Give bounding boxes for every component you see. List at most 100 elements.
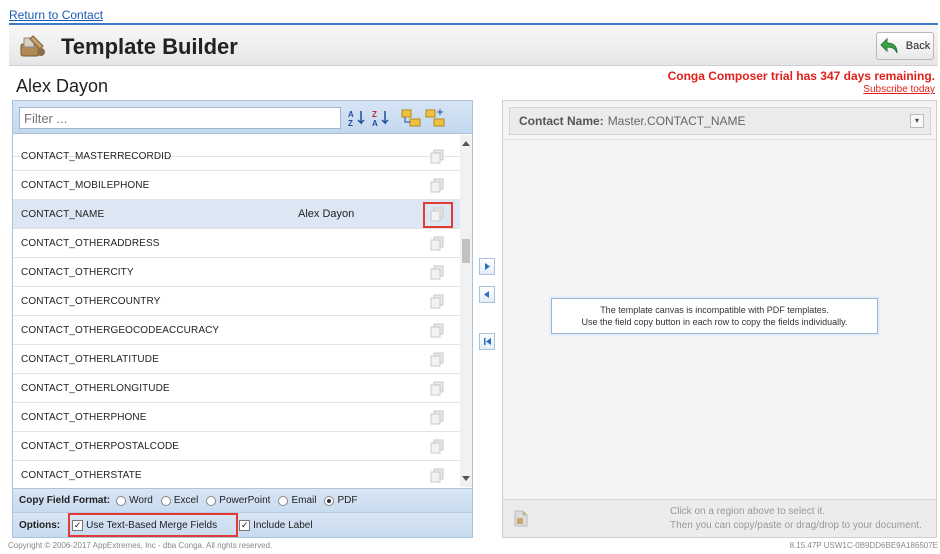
copy-field-icon[interactable] [430, 352, 444, 367]
svg-text:A: A [348, 110, 354, 119]
field-name: CONTACT_OTHERCITY [21, 266, 134, 278]
include-label-label: Include Label [253, 519, 313, 531]
field-panel: A Z Z A [12, 100, 473, 538]
arrow-first-icon [483, 338, 491, 345]
copy-field-icon[interactable] [430, 236, 444, 251]
field-name: CONTACT_OTHERPOSTALCODE [21, 440, 180, 452]
hint-line-1: Click on a region above to select it. [670, 506, 826, 517]
field-row[interactable]: CONTACT_MOBILEPHONE [13, 171, 460, 200]
options-label: Options: [19, 519, 61, 531]
version-text: 8.15.47P USW1C-0B9DD6BE9A186507E [789, 541, 938, 550]
field-row[interactable]: CONTACT_OTHERADDRESS [13, 229, 460, 258]
filter-input[interactable] [19, 107, 341, 129]
field-row-selected[interactable]: CONTACT_NAME Alex Dayon [13, 200, 460, 229]
copy-field-icon[interactable] [430, 149, 444, 164]
options-bar: Options: ✓ Use Text-Based Merge Fields ✓ I… [13, 512, 472, 537]
radio-icon [206, 495, 217, 506]
include-label-checkbox[interactable]: ✓ Include Label [239, 519, 313, 531]
copy-field-format-bar: Copy Field Format: Word Excel PowerPoint… [13, 488, 472, 512]
template-canvas-panel: Contact Name: Master.CONTACT_NAME ▾ The … [502, 100, 937, 538]
copy-field-icon[interactable] [430, 323, 444, 338]
field-row[interactable]: CONTACT_OTHERLONGITUDE [13, 374, 460, 403]
template-builder-icon [20, 35, 45, 57]
back-arrow-icon [880, 37, 898, 54]
move-right-button[interactable] [479, 258, 495, 275]
subscribe-link[interactable]: Subscribe today [863, 84, 935, 95]
format-radio-email[interactable]: Email [278, 495, 316, 506]
field-row[interactable]: CONTACT_OTHERCOUNTRY [13, 287, 460, 316]
move-first-button[interactable] [479, 333, 495, 350]
format-radio-word[interactable]: Word [116, 495, 153, 506]
radio-icon [160, 495, 171, 506]
sort-az-icon: A Z [348, 110, 365, 128]
format-radio-powerpoint[interactable]: PowerPoint [206, 495, 270, 506]
back-button[interactable]: Back [876, 32, 934, 60]
format-option-label: Excel [173, 495, 199, 506]
field-name: CONTACT_OTHERADDRESS [21, 237, 160, 249]
copy-field-icon[interactable] [430, 178, 444, 193]
copy-field-icon[interactable] [430, 265, 444, 280]
field-row[interactable]: CONTACT_OTHERGEOCODEACCURACY [13, 316, 460, 345]
radio-icon [116, 495, 127, 506]
top-rule [9, 23, 938, 25]
svg-text:Z: Z [372, 110, 377, 119]
canvas-notice: The template canvas is incompatible with… [551, 298, 878, 334]
copy-field-icon[interactable] [430, 294, 444, 309]
field-list: CONTACT_MASTERRECORDID CONTACT_MOBILEPHO… [13, 135, 460, 487]
format-option-label: Word [129, 495, 153, 506]
page-title: Template Builder [61, 34, 238, 59]
collapse-tree-button[interactable] [424, 107, 446, 129]
canvas-header-label: Contact Name: [519, 114, 604, 128]
copy-field-icon[interactable] [430, 468, 444, 483]
field-row[interactable]: CONTACT_MASTERRECORDID [13, 142, 460, 171]
sort-az-button[interactable]: A Z [346, 107, 368, 129]
field-name: CONTACT_NAME [21, 208, 105, 220]
format-radio-excel[interactable]: Excel [160, 495, 199, 506]
canvas-footer: Click on a region above to select it. Th… [503, 499, 936, 537]
field-name: CONTACT_OTHERSTATE [21, 469, 142, 481]
copy-field-icon[interactable] [430, 381, 444, 396]
scroll-thumb[interactable] [462, 239, 470, 263]
field-row[interactable]: CONTACT_OTHERPOSTALCODE [13, 432, 460, 461]
field-value: Alex Dayon [298, 208, 355, 220]
option-highlight-box [68, 513, 238, 537]
format-option-label: PowerPoint [219, 495, 271, 506]
template-canvas[interactable]: The template canvas is incompatible with… [503, 139, 936, 495]
radio-icon [278, 495, 289, 506]
arrow-left-icon [484, 291, 489, 298]
canvas-region-header[interactable]: Contact Name: Master.CONTACT_NAME ▾ [509, 107, 931, 135]
notice-line-1: The template canvas is incompatible with… [600, 305, 829, 315]
trial-message: Conga Composer trial has 347 days remain… [667, 69, 935, 83]
folder-tree-expand-icon [401, 109, 421, 127]
canvas-header-value: Master.CONTACT_NAME [607, 114, 746, 128]
copy-field-icon[interactable] [430, 439, 444, 454]
field-name: CONTACT_OTHERGEOCODEACCURACY [21, 324, 220, 336]
field-name: CONTACT_OTHERCOUNTRY [21, 295, 161, 307]
field-name: CONTACT_MOBILEPHONE [21, 179, 150, 191]
field-row[interactable]: CONTACT_OTHERPHONE [13, 403, 460, 432]
field-row[interactable]: CONTACT_OTHERCITY [13, 258, 460, 287]
return-to-contact-link[interactable]: Return to Contact [9, 8, 103, 22]
move-left-button[interactable] [479, 286, 495, 303]
svg-text:Z: Z [348, 119, 353, 128]
canvas-hint: Click on a region above to select it. Th… [670, 505, 922, 533]
field-list-scrollbar[interactable] [460, 135, 472, 487]
sort-za-button[interactable]: Z A [370, 107, 392, 129]
expand-tree-button[interactable] [400, 107, 422, 129]
field-name: CONTACT_OTHERLATITUDE [21, 353, 159, 365]
field-row[interactable]: CONTACT_OTHERSTATE [13, 461, 460, 487]
filter-toolbar: A Z Z A [13, 101, 472, 134]
scroll-up-arrow-icon[interactable] [462, 141, 470, 146]
document-icon [514, 510, 528, 527]
radio-selected-icon [324, 495, 335, 506]
scroll-down-arrow-icon[interactable] [462, 476, 470, 481]
format-option-label: PDF [337, 495, 358, 506]
page-header: Template Builder Back [9, 26, 938, 66]
copy-field-icon[interactable] [430, 410, 444, 425]
chevron-down-icon[interactable]: ▾ [910, 114, 924, 128]
copyright-text: Copyright © 2006-2017 AppExtremes, Inc -… [8, 541, 273, 550]
format-option-label: Email [291, 495, 317, 506]
field-row[interactable]: CONTACT_OTHERLATITUDE [13, 345, 460, 374]
format-radio-pdf[interactable]: PDF [324, 495, 357, 506]
contact-name-heading: Alex Dayon [16, 76, 109, 96]
